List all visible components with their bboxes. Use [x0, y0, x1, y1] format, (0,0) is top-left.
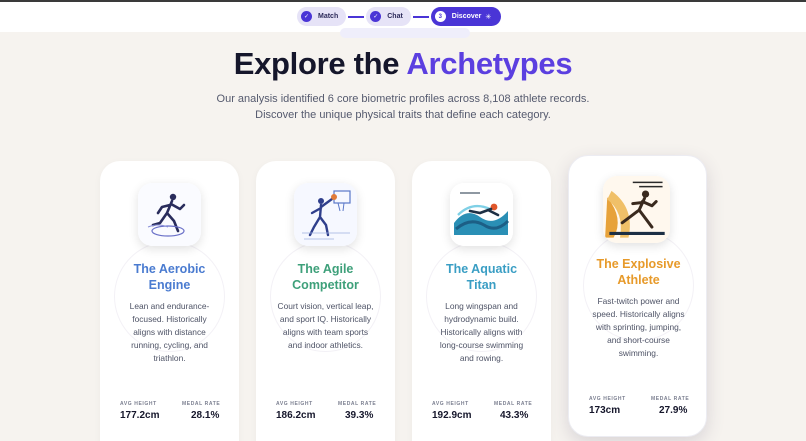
desc-line: Long wingspan and: [445, 301, 518, 311]
swimmer-icon: [450, 183, 513, 246]
desc-line: long-course swimming: [439, 340, 524, 350]
archetype-description: Lean and endurance- focused. Historicall…: [116, 300, 223, 365]
archetype-card-aerobic-engine[interactable]: The Aerobic Engine Lean and endurance- f…: [100, 161, 239, 441]
progress-stepper: ✓ Match ✓ Chat 3 Discover ✳: [297, 7, 502, 26]
desc-line: and rowing.: [459, 353, 504, 363]
check-icon: ✓: [370, 11, 382, 22]
archetype-description: Long wingspan and hydrodynamic build. Hi…: [428, 300, 535, 365]
desc-line: hydrodynamic build.: [444, 314, 519, 324]
title-accent: Archetypes: [406, 46, 573, 81]
avg-height-label: AVG HEIGHT: [276, 401, 313, 407]
desc-line: and indoor athletics.: [288, 340, 363, 350]
desc-line: Historically aligns with: [440, 327, 523, 337]
step-connector: [348, 15, 365, 18]
runner-icon: [138, 183, 201, 246]
step-match[interactable]: ✓ Match: [297, 7, 347, 26]
basketball-player-icon: [294, 183, 357, 246]
step-number: 3: [434, 11, 446, 22]
avg-height-value: 177.2cm: [120, 410, 160, 421]
archetype-name: The Aerobic Engine: [106, 261, 233, 293]
archetype-card-explosive-athlete[interactable]: The Explosive Athlete Fast-twitch power …: [568, 155, 707, 437]
step-chat[interactable]: ✓ Chat: [366, 7, 411, 26]
medal-rate-value: 39.3%: [345, 410, 374, 421]
medal-rate-label: MEDAL RATE: [651, 396, 690, 402]
avg-height-value: 173cm: [589, 405, 621, 416]
archetype-name: The Aquatic Titan: [418, 261, 545, 293]
name-line: Competitor: [292, 278, 359, 292]
desc-line: speed. Historically aligns: [592, 309, 685, 319]
sprinter-icon: [603, 176, 670, 243]
step-label: Match: [318, 13, 339, 20]
avg-height-value: 192.9cm: [432, 410, 472, 421]
page-title: Explore the Archetypes: [0, 46, 806, 82]
archetype-description: Court vision, vertical leap, and sport I…: [272, 300, 379, 352]
name-line: The Aerobic: [133, 262, 206, 276]
medal-rate-value: 28.1%: [191, 410, 220, 421]
archetype-name: The Explosive Athlete: [575, 256, 702, 288]
medal-rate-value: 43.3%: [500, 410, 529, 421]
name-line: Titan: [466, 278, 497, 292]
desc-line: triathlon.: [153, 353, 186, 363]
name-line: Athlete: [617, 273, 660, 287]
avg-height-label: AVG HEIGHT: [432, 401, 469, 407]
desc-line: and short-course: [607, 335, 670, 345]
avg-height-label: AVG HEIGHT: [589, 396, 626, 402]
desc-line: Lean and endurance-: [129, 301, 210, 311]
subtitle-line: Discover the unique physical traits that…: [255, 109, 551, 121]
medal-rate-value: 27.9%: [659, 405, 688, 416]
archetype-name: The Agile Competitor: [262, 261, 389, 293]
name-line: Engine: [148, 278, 191, 292]
hero-glow: [340, 28, 470, 38]
archetype-card-aquatic-titan[interactable]: The Aquatic Titan Long wingspan and hydr…: [412, 161, 551, 441]
medal-rate-label: MEDAL RATE: [494, 401, 533, 407]
step-connector: [412, 15, 429, 18]
sparkle-icon: ✳: [485, 13, 492, 21]
archetype-card-agile-competitor[interactable]: The Agile Competitor Court vision, verti…: [256, 161, 395, 441]
medal-rate-label: MEDAL RATE: [182, 401, 221, 407]
page-subtitle: Our analysis identified 6 core biometric…: [0, 91, 806, 123]
step-discover[interactable]: 3 Discover ✳: [430, 7, 502, 26]
desc-line: aligns with team sports: [282, 327, 369, 337]
check-icon: ✓: [301, 11, 312, 22]
avg-height-value: 186.2cm: [276, 410, 316, 421]
title-main: Explore the: [233, 46, 407, 81]
desc-line: and sport IQ. Historically: [279, 314, 372, 324]
archetype-description: Fast-twitch power and speed. Historicall…: [585, 295, 692, 360]
name-line: The Agile: [297, 262, 354, 276]
name-line: The Aquatic: [445, 262, 518, 276]
step-label: Chat: [387, 13, 403, 20]
desc-line: Fast-twitch power and: [597, 296, 680, 306]
medal-rate-label: MEDAL RATE: [338, 401, 377, 407]
desc-line: with sprinting, jumping,: [595, 322, 682, 332]
desc-line: Court vision, vertical leap,: [277, 301, 374, 311]
name-line: The Explosive: [596, 257, 681, 271]
desc-line: swimming.: [618, 348, 659, 358]
step-label: Discover: [451, 13, 482, 20]
desc-line: aligns with distance: [133, 327, 206, 337]
desc-line: focused. Historically: [132, 314, 207, 324]
desc-line: running, cycling, and: [131, 340, 208, 350]
subtitle-line: Our analysis identified 6 core biometric…: [216, 93, 590, 105]
avg-height-label: AVG HEIGHT: [120, 401, 157, 407]
